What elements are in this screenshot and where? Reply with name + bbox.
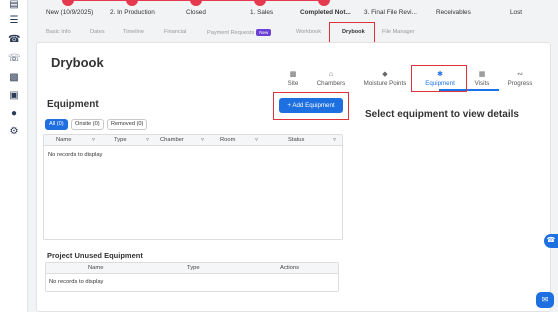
stage-dot[interactable] [254, 0, 266, 6]
filter-icon[interactable]: ▿ [146, 135, 149, 146]
col-name[interactable]: Name [88, 263, 103, 274]
equipment-table: Name ▿ Type ▿ Chamber ▿ Room ▿ Status ▿ … [43, 134, 343, 240]
nav-label: Progress [507, 80, 533, 87]
col-type[interactable]: Type [114, 135, 127, 146]
stage-label[interactable]: Lost [510, 9, 522, 16]
col-type[interactable]: Type [187, 263, 200, 274]
filter-icon[interactable]: ▿ [201, 135, 204, 146]
col-status[interactable]: Status [288, 135, 304, 146]
highlight-add-button [273, 92, 349, 120]
tab-payment-requests[interactable]: Payment Requests New [207, 29, 272, 36]
tab-workbook[interactable]: Workbook [296, 29, 321, 35]
team-icon[interactable]: ● [8, 109, 20, 119]
chat-icon[interactable]: ✉ [536, 292, 554, 308]
stage-label-current[interactable]: Completed Not... [300, 9, 351, 16]
phone-icon[interactable]: ☏ [8, 54, 21, 64]
filter-onsite[interactable]: Onsite (0) [71, 119, 104, 130]
stage-dot-current[interactable] [318, 0, 330, 6]
unused-equipment-table: Name Type Actions No records to display [45, 262, 339, 292]
detail-placeholder: Select equipment to view details [365, 109, 519, 120]
nav-chambers[interactable]: ⌂ Chambers [309, 70, 353, 87]
contacts-icon[interactable]: ▩ [8, 73, 20, 83]
stage-label[interactable]: Receivables [436, 9, 471, 16]
stage-dot[interactable] [190, 0, 202, 6]
layers-icon[interactable]: ▤ [8, 0, 20, 10]
truck-icon[interactable]: ▣ [8, 91, 20, 101]
col-chamber[interactable]: Chamber [160, 135, 184, 146]
col-name[interactable]: Name [56, 135, 71, 146]
highlight-equipment-nav [411, 65, 467, 92]
tab-timeline[interactable]: Timeline [123, 29, 144, 35]
drybook-panel: Drybook ▩ Site ⌂ Chambers ◆ Moisture Poi… [36, 42, 551, 312]
line-chart-icon: ∾ [517, 71, 523, 78]
stage-label[interactable]: 1. Sales [250, 9, 273, 16]
map-icon[interactable]: ☰ [8, 16, 20, 26]
chamber-icon: ⌂ [328, 71, 334, 78]
equipment-title: Equipment [47, 99, 99, 110]
stage-label[interactable]: Closed [186, 9, 206, 16]
col-actions[interactable]: Actions [280, 263, 299, 274]
stage-dot[interactable] [126, 0, 138, 6]
tab-file-manager[interactable]: File Manager [382, 29, 415, 35]
filter-removed[interactable]: Removed (0) [107, 119, 148, 130]
project-tabs: Basic Info Dates Timeline Financial Paym… [28, 26, 558, 40]
new-badge: New [256, 29, 272, 36]
phone-icon[interactable]: ☎ [544, 234, 558, 248]
tab-financial[interactable]: Financial [164, 29, 186, 35]
stage-progress: New (10/9/2025) 2. In Production Closed … [28, 0, 558, 22]
unused-equipment-title: Project Unused Equipment [47, 251, 143, 260]
tab-label: Payment Requests [207, 29, 255, 36]
nav-label: Moisture Points [363, 80, 407, 87]
stage-label[interactable]: New (10/9/2025) [46, 9, 93, 16]
empty-message: No records to display [48, 152, 103, 158]
highlight-drybook-tab [329, 22, 375, 43]
nav-label: Chambers [316, 80, 346, 87]
nav-moisture-points[interactable]: ◆ Moisture Points [359, 70, 411, 87]
stage-label[interactable]: 3. Final File Revi... [364, 9, 417, 16]
stage-dot[interactable] [62, 0, 74, 6]
filter-all[interactable]: All (0) [45, 119, 68, 130]
headset-icon[interactable]: ☎ [8, 35, 20, 45]
left-sidebar: ▤ ☰ ☎ ☏ ▩ ▣ ● ⚙ [0, 0, 28, 312]
page-title: Drybook [51, 55, 104, 70]
tab-dates[interactable]: Dates [90, 29, 105, 35]
filter-icon[interactable]: ▿ [333, 135, 336, 146]
stage-label[interactable]: 2. In Production [110, 9, 155, 16]
moisture-icon: ◆ [382, 71, 388, 78]
filter-icon[interactable]: ▿ [255, 135, 258, 146]
empty-message: No records to display [49, 279, 104, 285]
filter-icon[interactable]: ▿ [92, 135, 95, 146]
nav-progress[interactable]: ∾ Progress [498, 70, 542, 87]
col-room[interactable]: Room [220, 135, 235, 146]
gear-icon[interactable]: ⚙ [8, 127, 20, 137]
tab-basic-info[interactable]: Basic Info [46, 29, 71, 35]
